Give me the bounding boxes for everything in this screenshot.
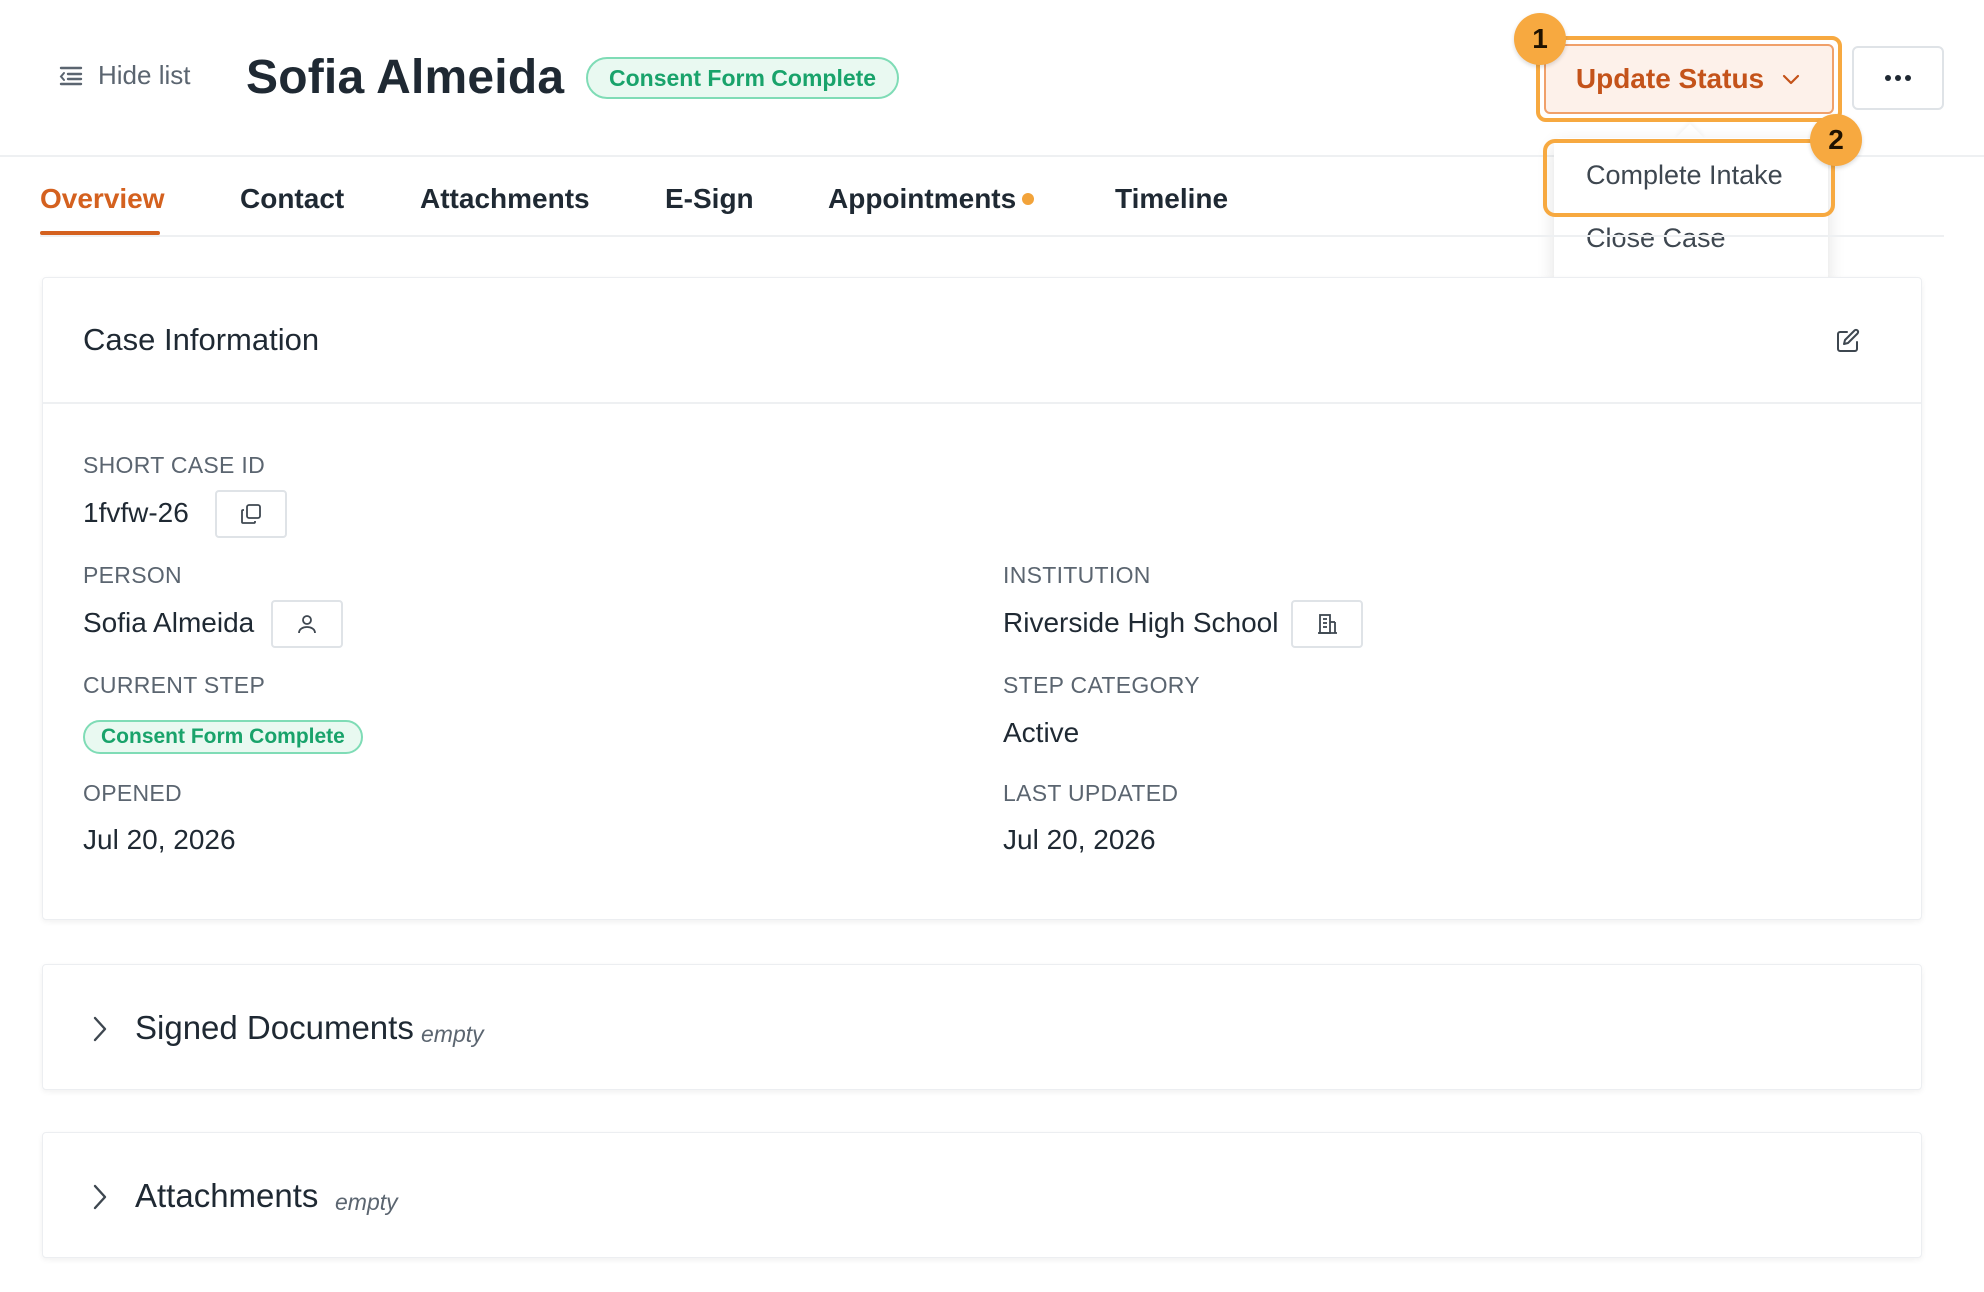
person-value: Sofia Almeida: [83, 607, 255, 638]
chevron-down-icon: [1783, 74, 1800, 85]
chevron-right-icon[interactable]: [89, 1183, 111, 1211]
institution-value: Riverside High School: [1003, 607, 1279, 638]
signed-documents-title: Signed Documents: [135, 1009, 414, 1046]
hide-list-button[interactable]: Hide list: [58, 60, 190, 91]
signed-documents-empty-label: empty: [421, 1021, 484, 1047]
signed-documents-section[interactable]: Signed Documents empty: [42, 964, 1922, 1090]
copy-icon: [241, 504, 261, 524]
building-icon: [1318, 614, 1337, 634]
update-status-button[interactable]: Update Status: [1544, 44, 1834, 114]
tab-active-indicator: [40, 231, 160, 235]
current-step-badge: Consent Form Complete: [83, 720, 363, 754]
last-updated-value: Jul 20, 2026: [1003, 824, 1156, 855]
last-updated-label: LAST UPDATED: [1003, 780, 1179, 806]
ellipsis-icon: [1885, 75, 1911, 81]
opened-label: OPENED: [83, 780, 182, 806]
view-person-button[interactable]: [271, 600, 343, 648]
appointments-notification-dot: [1022, 193, 1034, 205]
list-collapse-icon: [59, 66, 83, 85]
short-case-id-value: 1fvfw-26: [83, 497, 189, 528]
tab-attachments[interactable]: Attachments: [420, 183, 590, 215]
case-card-title: Case Information: [83, 322, 320, 357]
tab-timeline[interactable]: Timeline: [1115, 183, 1228, 215]
tab-e-sign[interactable]: E-Sign: [665, 183, 754, 215]
short-case-id-label: SHORT CASE ID: [83, 452, 265, 478]
annotation-badge-1: 1: [1514, 13, 1566, 65]
step-category-label: STEP CATEGORY: [1003, 672, 1200, 698]
chevron-right-icon[interactable]: [89, 1015, 111, 1043]
opened-value: Jul 20, 2026: [83, 824, 236, 855]
tab-appointments[interactable]: Appointments: [828, 183, 1016, 215]
status-badge: Consent Form Complete: [586, 57, 900, 99]
user-icon: [298, 615, 316, 634]
hide-list-label: Hide list: [98, 60, 191, 90]
current-step-label: CURRENT STEP: [83, 672, 266, 698]
case-card-header: Case Information: [43, 278, 1921, 404]
attachments-empty-label: empty: [335, 1189, 398, 1215]
copy-case-id-button[interactable]: [215, 490, 287, 538]
edit-icon[interactable]: [1835, 328, 1861, 354]
view-institution-button[interactable]: [1291, 600, 1363, 648]
person-label: PERSON: [83, 562, 182, 588]
institution-label: INSTITUTION: [1003, 562, 1151, 588]
tab-overview[interactable]: Overview: [40, 183, 165, 215]
tab-bar: Overview Contact Attachments E-Sign Appo…: [40, 157, 1944, 237]
update-status-label: Update Status: [1575, 63, 1765, 94]
attachments-section[interactable]: Attachments empty: [42, 1132, 1922, 1258]
case-information-card: Case Information SHORT CASE ID 1fvfw-26 …: [42, 277, 1922, 920]
more-options-button[interactable]: [1852, 46, 1944, 110]
tab-contact[interactable]: Contact: [240, 183, 344, 215]
attachments-title: Attachments: [135, 1177, 319, 1214]
step-category-value: Active: [1003, 717, 1080, 748]
page-title: Sofia Almeida: [246, 51, 565, 104]
